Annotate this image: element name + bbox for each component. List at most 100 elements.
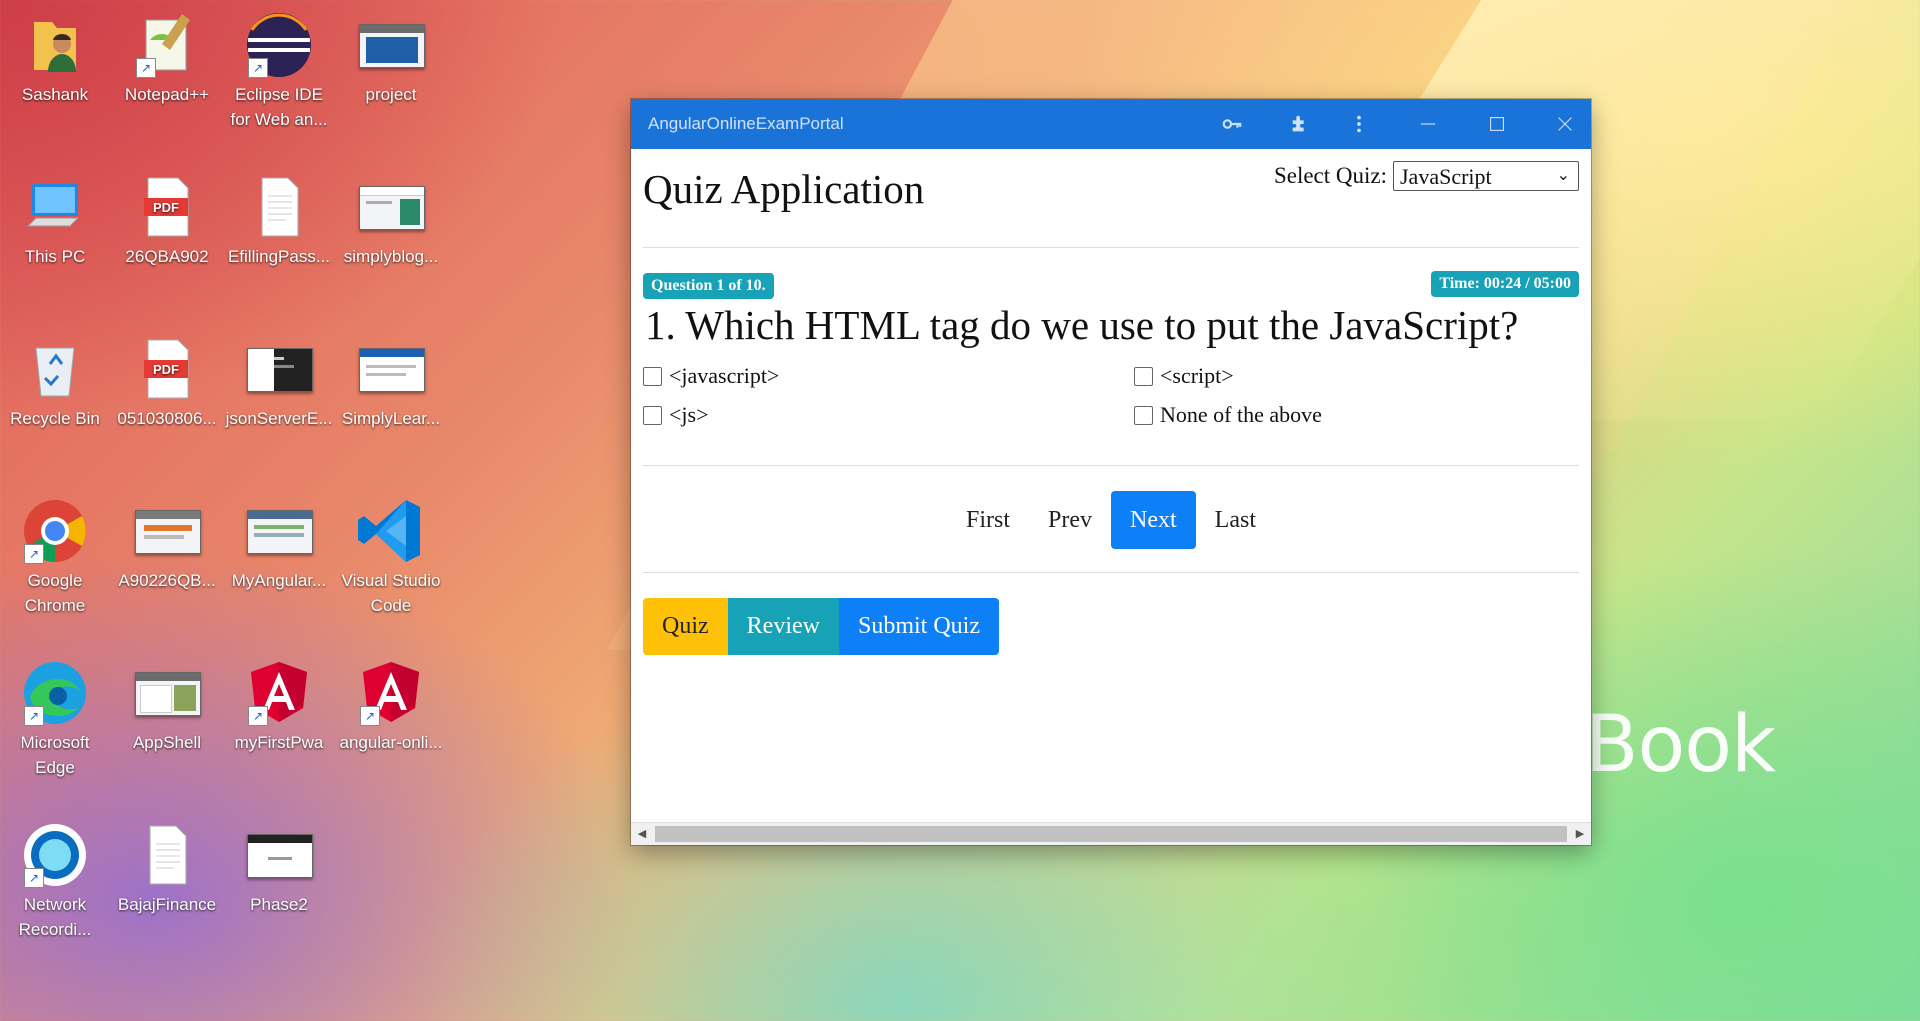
shortcut-arrow-icon: ↗ [136, 58, 156, 78]
desktop-icon-project[interactable]: project [337, 10, 445, 107]
thumbnail-icon [132, 658, 202, 728]
key-icon[interactable] [1217, 109, 1247, 139]
minimize-icon[interactable] [1413, 109, 1443, 139]
horizontal-scrollbar[interactable]: ◀ ▶ [631, 822, 1591, 845]
desktop-icon-visual-studio-code[interactable]: Visual Studio Code [337, 496, 445, 618]
desktop-icon-myfirstpwa[interactable]: ↗ myFirstPwa [225, 658, 333, 755]
pager-last-button[interactable]: Last [1196, 491, 1275, 549]
desktop-icon-label: This PC [24, 247, 86, 266]
shortcut-arrow-icon: ↗ [24, 868, 44, 888]
option-1[interactable]: <javascript> [643, 363, 779, 389]
option-checkbox[interactable] [643, 366, 662, 386]
option-checkbox[interactable] [643, 405, 662, 425]
desktop-icon-microsoft-edge[interactable]: ↗ Microsoft Edge [1, 658, 109, 780]
shortcut-arrow-icon: ↗ [24, 706, 44, 726]
quiz-select-group: Select Quiz: JavaScript ⌄ [1274, 161, 1579, 191]
quiz-tab-button[interactable]: Quiz [643, 598, 728, 655]
desktop-icon-26qba902[interactable]: PDF 26QBA902 [113, 172, 221, 269]
option-label: None of the above [1160, 402, 1322, 427]
desktop-icon-appshell[interactable]: AppShell [113, 658, 221, 755]
quiz-select-value: JavaScript [1400, 164, 1492, 189]
desktop-icon-label: Notepad++ [124, 85, 210, 104]
question-text: 1. Which HTML tag do we use to put the J… [645, 302, 1519, 348]
app-content: Quiz Application Select Quiz: JavaScript… [643, 149, 1579, 823]
desktop-icon-label: myFirstPwa [234, 733, 324, 752]
quiz-select[interactable]: JavaScript ⌄ [1393, 161, 1579, 191]
shortcut-arrow-icon: ↗ [248, 706, 268, 726]
close-icon[interactable] [1550, 109, 1580, 139]
thumbnail-icon [356, 334, 426, 404]
app-window: AngularOnlineExamPortal Quiz Application… [631, 99, 1591, 845]
desktop-icon-051030806[interactable]: PDF 051030806... [113, 334, 221, 431]
desktop-icon-label: Visual Studio Code [341, 571, 441, 615]
chrome-icon: ↗ [20, 496, 90, 566]
desktop-icon-label: AppShell [132, 733, 202, 752]
option-4[interactable]: None of the above [1134, 402, 1322, 428]
notepad-plus-icon: ↗ [132, 10, 202, 80]
thumbnail-icon [244, 334, 314, 404]
divider [643, 465, 1579, 466]
desktop-icon-label: Recycle Bin [10, 409, 100, 428]
desktop-icon-myangular[interactable]: MyAngular... [225, 496, 333, 593]
desktop-icon-label: Phase2 [250, 895, 308, 914]
option-checkbox[interactable] [1134, 405, 1153, 425]
option-3[interactable]: <js> [643, 402, 709, 428]
page-title: Quiz Application [643, 166, 925, 212]
desktop-icon-label: EfillingPass... [227, 247, 331, 266]
project-thumbnail-icon [356, 10, 426, 80]
vscode-icon [356, 496, 426, 566]
desktop-icon-bajajfinance[interactable]: BajajFinance [113, 820, 221, 917]
shortcut-arrow-icon: ↗ [360, 706, 380, 726]
desktop-icon-this-pc[interactable]: This PC [1, 172, 109, 269]
desktop-icon-jsonservere[interactable]: jsonServerE... [225, 334, 333, 431]
more-vert-icon[interactable] [1344, 109, 1374, 139]
eclipse-icon: ↗ [244, 10, 314, 80]
desktop-icon-label: Sashank [21, 85, 89, 104]
desktop-icon-sashank[interactable]: Sashank [1, 10, 109, 107]
pager-next-button[interactable]: Next [1111, 491, 1196, 549]
option-label: <script> [1160, 363, 1234, 388]
window-titlebar[interactable]: AngularOnlineExamPortal [631, 99, 1591, 149]
option-checkbox[interactable] [1134, 366, 1153, 386]
option-2[interactable]: <script> [1134, 363, 1234, 389]
desktop-icon-label: angular-onli... [339, 733, 443, 752]
desktop-icon-label: Eclipse IDE for Web an... [230, 85, 328, 129]
divider [643, 247, 1579, 248]
desktop-icon-recycle-bin[interactable]: Recycle Bin [1, 334, 109, 431]
desktop-icon-label: simplyblog... [343, 247, 439, 266]
pdf-icon: PDF [132, 334, 202, 404]
network-recorder-icon: ↗ [20, 820, 90, 890]
timer-badge: Time: 00:24 / 05:00 [1431, 271, 1579, 297]
desktop-icon-phase2[interactable]: Phase2 [225, 820, 333, 917]
scroll-right-icon[interactable]: ▶ [1569, 823, 1591, 845]
window-title: AngularOnlineExamPortal [648, 114, 844, 133]
review-tab-button[interactable]: Review [727, 598, 839, 655]
mode-tabs: Quiz Review Submit Quiz [643, 598, 999, 655]
pager-first-button[interactable]: First [947, 491, 1029, 549]
desktop-icon-label: MyAngular... [231, 571, 327, 590]
pager-prev-button[interactable]: Prev [1029, 491, 1111, 549]
desktop-icon-notepad-plus[interactable]: ↗ Notepad++ [113, 10, 221, 107]
desktop-icon-label: 051030806... [117, 409, 217, 428]
desktop-icon-label: A90226QB... [118, 571, 216, 590]
scrollbar-thumb[interactable] [655, 826, 1567, 842]
desktop-icon-a90226qb[interactable]: A90226QB... [113, 496, 221, 593]
desktop-icon-efillingpass[interactable]: EfillingPass... [225, 172, 333, 269]
desktop-icon-network-recorder[interactable]: ↗ Network Recordi... [1, 820, 109, 942]
desktop-icon-google-chrome[interactable]: ↗ Google Chrome [1, 496, 109, 618]
desktop-icon-simplyblog[interactable]: simplyblog... [337, 172, 445, 269]
desktop-icon-label: project [365, 85, 417, 104]
user-folder-icon [20, 10, 90, 80]
submit-quiz-button[interactable]: Submit Quiz [838, 598, 999, 655]
shortcut-arrow-icon: ↗ [24, 544, 44, 564]
thumbnail-icon [244, 820, 314, 890]
desktop-icon-label: BajajFinance [117, 895, 217, 914]
maximize-icon[interactable] [1482, 109, 1512, 139]
desktop-icon-eclipse[interactable]: ↗ Eclipse IDE for Web an... [225, 10, 333, 132]
svg-text:PDF: PDF [153, 200, 179, 215]
extension-icon[interactable] [1285, 109, 1315, 139]
desktop-icon-label: SimplyLear... [341, 409, 441, 428]
scroll-left-icon[interactable]: ◀ [631, 823, 653, 845]
desktop-icon-angular-onli[interactable]: ↗ angular-onli... [337, 658, 445, 755]
desktop-icon-simplylear[interactable]: SimplyLear... [337, 334, 445, 431]
